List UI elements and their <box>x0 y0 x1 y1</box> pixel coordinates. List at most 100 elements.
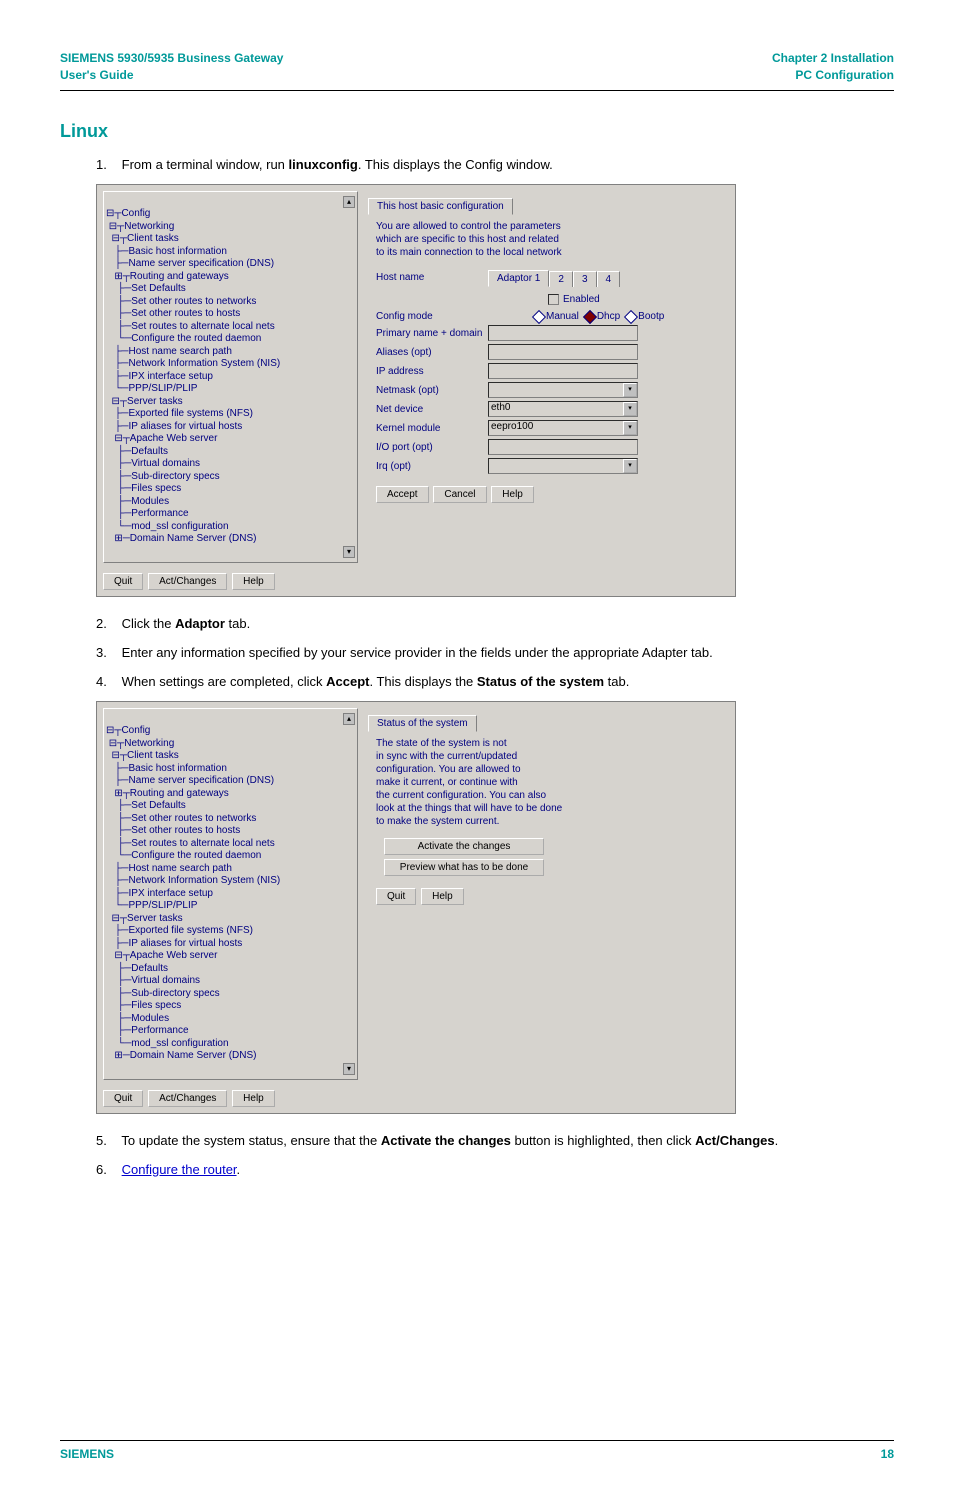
tree-item[interactable]: ⊞┬Routing and gateways <box>106 788 355 801</box>
tree-item[interactable]: ├─Host name search path <box>106 863 355 876</box>
scroll-up-icon[interactable]: ▴ <box>343 196 355 208</box>
netmask-input[interactable]: ▾ <box>488 382 638 398</box>
act-changes-button[interactable]: Act/Changes <box>148 1090 227 1107</box>
tree-item[interactable]: ├─Set routes to alternate local nets <box>106 838 355 851</box>
dropdown-arrow-icon[interactable]: ▾ <box>623 383 637 397</box>
tree-item[interactable]: ├─Performance <box>106 508 355 521</box>
tree-item[interactable]: ├─Files specs <box>106 1000 355 1013</box>
step-text: . <box>237 1162 241 1177</box>
tree-item[interactable]: ├─Sub-directory specs <box>106 988 355 1001</box>
radio-manual[interactable] <box>532 310 546 324</box>
tree-item[interactable]: └─PPP/SLIP/PLIP <box>106 383 355 396</box>
radio-dhcp[interactable] <box>583 310 597 324</box>
accept-button[interactable]: Accept <box>376 486 429 503</box>
cancel-button[interactable]: Cancel <box>433 486 486 503</box>
tree-item[interactable]: ⊟┬Config <box>106 725 355 738</box>
tree-item[interactable]: ├─Basic host information <box>106 246 355 259</box>
activate-changes-button[interactable]: Activate the changes <box>384 838 544 855</box>
tree-item[interactable]: └─mod_ssl configuration <box>106 1038 355 1051</box>
tree-item[interactable]: ├─Host name search path <box>106 346 355 359</box>
tree-item[interactable]: ├─Defaults <box>106 446 355 459</box>
tree-item[interactable]: ├─Name server specification (DNS) <box>106 258 355 271</box>
tree-item[interactable]: └─mod_ssl configuration <box>106 521 355 534</box>
tree-item[interactable]: ├─Name server specification (DNS) <box>106 775 355 788</box>
tree-item[interactable]: ├─Virtual domains <box>106 975 355 988</box>
tree-item[interactable]: ├─Basic host information <box>106 763 355 776</box>
tree-item[interactable]: ⊞┬Routing and gateways <box>106 271 355 284</box>
tree-item[interactable]: ├─Modules <box>106 1013 355 1026</box>
help-button[interactable]: Help <box>421 888 464 905</box>
netdev-input[interactable]: eth0▾ <box>488 401 638 417</box>
tree-item[interactable]: ⊞─Domain Name Server (DNS) <box>106 1050 355 1063</box>
tree-item[interactable]: ├─IPX interface setup <box>106 371 355 384</box>
help-button[interactable]: Help <box>232 573 275 590</box>
tree-item[interactable]: ├─Performance <box>106 1025 355 1038</box>
tree-item[interactable]: ├─Virtual domains <box>106 458 355 471</box>
scroll-up-icon[interactable]: ▴ <box>343 713 355 725</box>
tree-item[interactable]: ├─Defaults <box>106 963 355 976</box>
tree-item[interactable]: ├─Exported file systems (NFS) <box>106 408 355 421</box>
aliases-input[interactable] <box>488 344 638 360</box>
tree-item[interactable]: ⊟┬Server tasks <box>106 396 355 409</box>
tree-item[interactable]: ⊟┬Config <box>106 208 355 221</box>
tree-item[interactable]: ├─IP aliases for virtual hosts <box>106 938 355 951</box>
tree-item[interactable]: ├─Set Defaults <box>106 283 355 296</box>
step-text: . This displays the <box>369 674 476 689</box>
tree-item[interactable]: ├─Set Defaults <box>106 800 355 813</box>
tree-item[interactable]: ├─Exported file systems (NFS) <box>106 925 355 938</box>
scroll-down-icon[interactable]: ▾ <box>343 1063 355 1075</box>
tab-status[interactable]: Status of the system <box>368 715 477 732</box>
tree-item[interactable]: ├─Modules <box>106 496 355 509</box>
tree-item[interactable]: ├─Set other routes to networks <box>106 296 355 309</box>
primary-input[interactable] <box>488 325 638 341</box>
act-changes-button[interactable]: Act/Changes <box>148 573 227 590</box>
ip-input[interactable] <box>488 363 638 379</box>
preview-button[interactable]: Preview what has to be done <box>384 859 544 876</box>
tree-item[interactable]: ⊟┬Networking <box>106 221 355 234</box>
tree-item[interactable]: └─Configure the routed daemon <box>106 333 355 346</box>
tab-adaptor-2[interactable]: 2 <box>549 271 573 287</box>
quit-button[interactable]: Quit <box>376 888 416 905</box>
tree-item[interactable]: └─PPP/SLIP/PLIP <box>106 900 355 913</box>
help-button[interactable]: Help <box>491 486 534 503</box>
tree-item[interactable]: ⊞─Domain Name Server (DNS) <box>106 533 355 546</box>
kernel-input[interactable]: eepro100▾ <box>488 420 638 436</box>
tab-adaptor-3[interactable]: 3 <box>573 271 597 287</box>
tree-item[interactable]: ├─IP aliases for virtual hosts <box>106 421 355 434</box>
step-text: Enter any information specified by your … <box>122 645 713 660</box>
tree-item[interactable]: ⊟┬Server tasks <box>106 913 355 926</box>
tree-item[interactable]: ├─Sub-directory specs <box>106 471 355 484</box>
tree-item[interactable]: ⊟┬Networking <box>106 738 355 751</box>
tree-item[interactable]: ├─IPX interface setup <box>106 888 355 901</box>
header-left: SIEMENS 5930/5935 Business Gateway User'… <box>60 50 283 84</box>
help-button[interactable]: Help <box>232 1090 275 1107</box>
scroll-down-icon[interactable]: ▾ <box>343 546 355 558</box>
dropdown-arrow-icon[interactable]: ▾ <box>623 402 637 416</box>
radio-bootp[interactable] <box>624 310 638 324</box>
tree-item[interactable]: ├─Set other routes to hosts <box>106 825 355 838</box>
tab-adaptor-1[interactable]: Adaptor 1 <box>488 270 549 287</box>
tree-item[interactable]: ├─Network Information System (NIS) <box>106 358 355 371</box>
step-2: 2. Click the Adaptor tab. <box>96 615 894 634</box>
tree-item[interactable]: ⊟┬Apache Web server <box>106 433 355 446</box>
configmode-label: Config mode <box>368 311 488 322</box>
tree-item[interactable]: ├─Set other routes to hosts <box>106 308 355 321</box>
tree-item[interactable]: └─Configure the routed daemon <box>106 850 355 863</box>
tab-basic-config[interactable]: This host basic configuration <box>368 198 513 215</box>
tree-item[interactable]: ⊟┬Client tasks <box>106 233 355 246</box>
quit-button[interactable]: Quit <box>103 573 143 590</box>
tree-item[interactable]: ├─Files specs <box>106 483 355 496</box>
quit-button[interactable]: Quit <box>103 1090 143 1107</box>
tree-item[interactable]: ├─Network Information System (NIS) <box>106 875 355 888</box>
tree-item[interactable]: ⊟┬Apache Web server <box>106 950 355 963</box>
tree-item[interactable]: ├─Set routes to alternate local nets <box>106 321 355 334</box>
ioport-input[interactable] <box>488 439 638 455</box>
dropdown-arrow-icon[interactable]: ▾ <box>623 421 637 435</box>
tree-item[interactable]: ├─Set other routes to networks <box>106 813 355 826</box>
enabled-checkbox[interactable] <box>548 294 559 305</box>
tree-item[interactable]: ⊟┬Client tasks <box>106 750 355 763</box>
configure-router-link[interactable]: Configure the router <box>122 1162 237 1177</box>
tab-adaptor-4[interactable]: 4 <box>597 271 621 287</box>
dropdown-arrow-icon[interactable]: ▾ <box>623 459 637 473</box>
irq-input[interactable]: ▾ <box>488 458 638 474</box>
